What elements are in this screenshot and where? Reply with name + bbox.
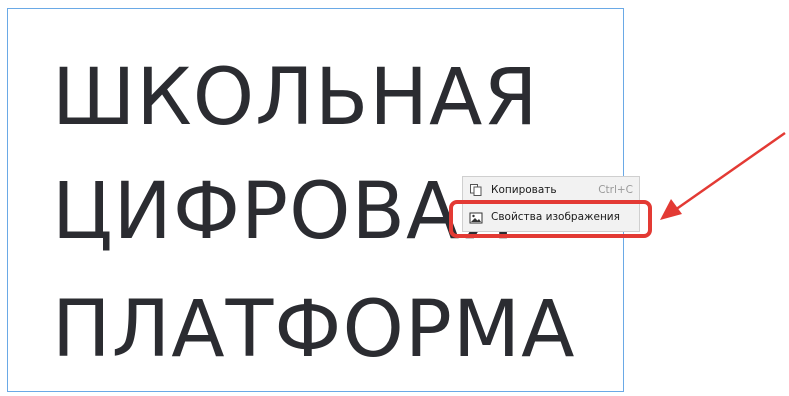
pointer-arrow-icon (660, 131, 786, 220)
